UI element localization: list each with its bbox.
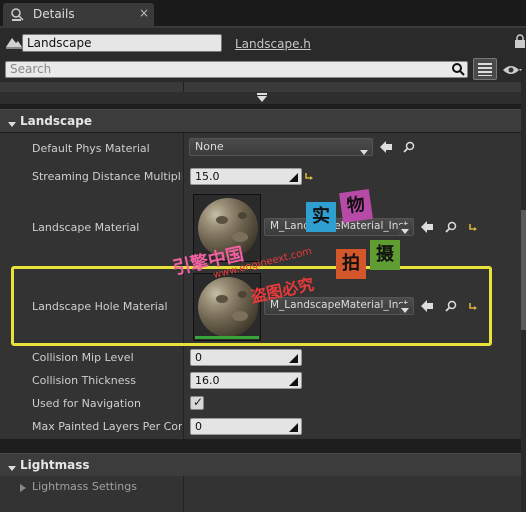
landscape-actor-icon [6,35,22,52]
numeric-value: 16.0 [195,374,220,387]
collision-thickness-label: Collision Thickness [32,374,136,387]
drag-grip-icon [289,172,298,185]
use-selected-arrow-icon[interactable] [380,141,392,156]
landscape-material-combo[interactable]: M_LandscapeMaterial_Inst [264,218,414,236]
chevron-down-icon [399,225,409,235]
numeric-value: 0 [195,420,202,433]
drag-grip-icon [289,353,298,366]
property-matrix-button[interactable] [473,58,497,80]
max-painted-layers-input[interactable]: 0 [190,418,302,435]
watermark-badge: 物 [339,189,373,223]
view-options-eye-icon[interactable] [502,64,522,79]
streaming-distance-input[interactable]: 15.0 [190,168,302,185]
close-tab-icon[interactable]: × [139,6,149,20]
category-lightmass-header[interactable]: Lightmass [0,453,521,477]
previous-category-stub [0,82,521,92]
chevron-down-icon [360,145,368,158]
category-label: Lightmass [20,458,90,472]
collision-thickness-input[interactable]: 16.0 [190,372,302,389]
expand-advanced-arrow-icon[interactable] [256,93,268,106]
details-tab-icon [10,7,26,26]
default-phys-material-combo[interactable]: None [189,138,373,156]
max-painted-layers-label: Max Painted Layers Per Comp [32,420,182,433]
actor-name-input[interactable]: Landscape [22,34,222,52]
category-landscape-header[interactable]: Landscape [0,109,521,133]
lightmass-settings-label[interactable]: Lightmass Settings [32,480,137,493]
tab-label: Details [33,7,75,21]
search-icon[interactable] [451,62,465,79]
highlight-annotation-box [11,266,492,346]
search-input[interactable]: Search [5,61,468,78]
collision-mip-level-input[interactable]: 0 [190,349,302,366]
scrollbar-thumb[interactable] [521,210,526,330]
collapse-triangle-icon [8,118,16,131]
reset-to-default-icon[interactable] [468,222,478,235]
used-for-navigation-checkbox[interactable]: ✓ [190,395,204,410]
column-splitter[interactable] [183,476,184,512]
used-for-navigation-label: Used for Navigation [32,397,141,410]
combo-value: M_LandscapeMaterial_Inst [270,220,408,232]
expand-triangle-icon[interactable] [20,482,26,495]
class-source-link[interactable]: Landscape.h [235,37,311,51]
drag-grip-icon [289,422,298,435]
combo-value: None [195,140,224,153]
drag-grip-icon [289,376,298,389]
tab-details[interactable]: Details × [3,3,154,26]
default-phys-material-label: Default Phys Material [32,142,150,155]
grid-icon [478,63,492,76]
landscape-material-label: Landscape Material [32,221,140,234]
browse-magnifier-icon[interactable] [403,141,415,156]
streaming-distance-label: Streaming Distance Multiplier [32,170,182,183]
checkmark-icon: ✓ [193,395,204,409]
reset-to-default-icon[interactable] [304,171,314,184]
watermark-badge: 摄 [370,240,400,270]
use-selected-arrow-icon[interactable] [421,221,433,236]
numeric-value: 15.0 [195,170,220,183]
lock-icon[interactable] [514,34,526,51]
collapse-triangle-icon [8,462,16,475]
collision-mip-level-label: Collision Mip Level [32,351,134,364]
watermark-badge: 拍 [336,249,366,279]
numeric-value: 0 [195,351,202,364]
browse-magnifier-icon[interactable] [445,221,457,236]
watermark-badge: 实 [306,202,336,232]
category-label: Landscape [20,114,92,128]
